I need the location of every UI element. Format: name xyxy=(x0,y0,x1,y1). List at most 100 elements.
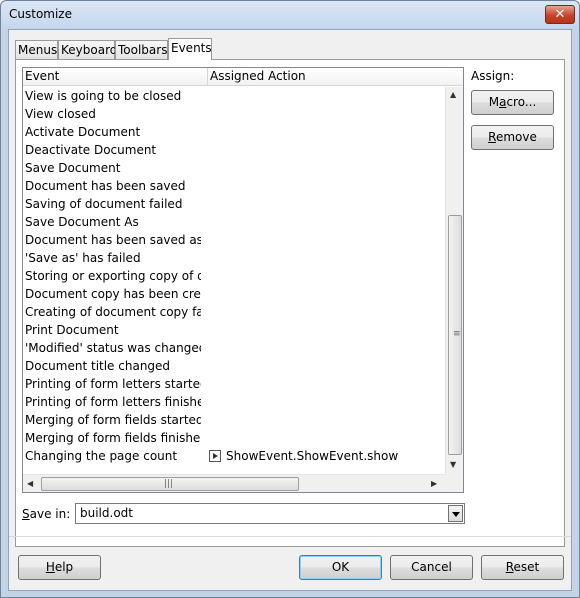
list-header: Event Assigned Action xyxy=(23,68,463,86)
button-mnemonic: R xyxy=(488,130,496,144)
event-name: 'Save as' has failed xyxy=(25,251,141,265)
tab-label: Events xyxy=(171,41,212,55)
event-name: Creating of document copy failed xyxy=(25,305,201,319)
list-item[interactable]: Deactivate Document xyxy=(23,141,445,159)
list-item[interactable]: 'Modified' status was changed xyxy=(23,339,445,357)
grip-icon: ≡ xyxy=(453,329,461,339)
footer-separator xyxy=(9,536,571,537)
list-rows: View is going to be closed View closed Act… xyxy=(23,87,445,475)
assigned-action-text: ShowEvent.ShowEvent.show xyxy=(226,449,399,463)
close-button[interactable]: ✕ xyxy=(545,5,575,24)
event-name: Activate Document xyxy=(25,125,141,139)
list-item[interactable]: Document title changed xyxy=(23,357,445,375)
dialog-client: Menus Keyboard Toolbars Events Event Ass… xyxy=(8,29,572,591)
assigned-action: ShowEvent.ShowEvent.show xyxy=(209,447,398,465)
event-name: Document copy has been created xyxy=(25,287,201,301)
reset-button[interactable]: Reset xyxy=(481,555,564,580)
horizontal-scroll-thumb[interactable]: ||| xyxy=(41,477,299,491)
list-item[interactable]: Document has been saved as xyxy=(23,231,445,249)
button-mnemonic: H xyxy=(45,560,55,574)
list-item[interactable]: Storing or exporting copy of docu xyxy=(23,267,445,285)
list-item[interactable]: Document has been saved xyxy=(23,177,445,195)
button-label: cro... xyxy=(506,95,537,109)
button-label: Cancel xyxy=(411,560,452,574)
list-item[interactable]: Save Document As xyxy=(23,213,445,231)
list-item[interactable]: View closed xyxy=(23,105,445,123)
save-in-select[interactable]: build.odt xyxy=(75,503,465,524)
event-name: 'Modified' status was changed xyxy=(25,341,201,355)
horizontal-scrollbar[interactable]: ◀ ||| ▶ xyxy=(23,474,445,492)
events-list[interactable]: Event Assigned Action View is going to b… xyxy=(22,67,464,493)
list-item[interactable]: Creating of document copy failed xyxy=(23,303,445,321)
list-item[interactable]: Document copy has been created xyxy=(23,285,445,303)
event-name: View closed xyxy=(25,107,96,121)
event-name: Saving of document failed xyxy=(25,197,183,211)
event-name: Merging of form fields started xyxy=(25,413,201,427)
event-name: Storing or exporting copy of docu xyxy=(25,269,201,283)
scrollbar-corner xyxy=(445,474,463,492)
list-item[interactable]: 'Save as' has failed xyxy=(23,249,445,267)
vertical-scrollbar[interactable]: ▲ ≡ ▼ xyxy=(445,87,463,475)
list-item[interactable]: Printing of form letters started xyxy=(23,375,445,393)
list-item[interactable]: Printing of form letters finished xyxy=(23,393,445,411)
customize-dialog: Customize ✕ Menus Keyboard Toolbars Even… xyxy=(0,0,580,598)
grip-icon: ||| xyxy=(164,479,174,489)
button-mnemonic: R xyxy=(505,560,514,574)
vertical-scroll-thumb[interactable]: ≡ xyxy=(448,215,462,455)
title-bar[interactable]: Customize ✕ xyxy=(1,1,579,29)
event-name: Changing the page count xyxy=(25,449,178,463)
tab-keyboard[interactable]: Keyboard xyxy=(58,40,118,59)
tab-menus[interactable]: Menus xyxy=(15,40,58,59)
button-label: emove xyxy=(495,130,537,144)
scroll-left-icon[interactable]: ◀ xyxy=(27,479,33,488)
event-name: Printing of form letters started xyxy=(25,377,201,391)
event-name: Document has been saved as xyxy=(25,233,201,247)
scroll-down-icon[interactable]: ▼ xyxy=(450,460,456,469)
list-item[interactable]: Changing the page count ShowEvent.ShowEve… xyxy=(23,447,445,465)
event-name: Deactivate Document xyxy=(25,143,157,157)
button-label: eset xyxy=(513,560,540,574)
assign-label: Assign: xyxy=(471,69,515,83)
event-name: Printing of form letters finished xyxy=(25,395,201,409)
column-header-event[interactable]: Event xyxy=(23,68,208,86)
tab-label: Toolbars xyxy=(118,43,168,57)
tab-events[interactable]: Events xyxy=(168,38,212,60)
scroll-right-icon[interactable]: ▶ xyxy=(431,479,437,488)
list-item[interactable]: Save Document xyxy=(23,159,445,177)
cancel-button[interactable]: Cancel xyxy=(390,555,473,580)
button-label: elp xyxy=(54,560,74,574)
event-name: View is going to be closed xyxy=(25,89,182,103)
label-text: ave in: xyxy=(29,507,71,521)
close-icon: ✕ xyxy=(554,7,566,22)
tab-label: Menus xyxy=(18,43,58,57)
event-name: Document title changed xyxy=(25,359,171,373)
macro-icon xyxy=(209,450,221,462)
event-name: Document has been saved xyxy=(25,179,186,193)
label-mnemonic: S xyxy=(22,507,30,521)
event-name: Save Document As xyxy=(25,215,139,229)
scroll-up-icon[interactable]: ▲ xyxy=(450,90,456,99)
macro-button[interactable]: Macro... xyxy=(471,90,554,115)
list-item[interactable]: Saving of document failed xyxy=(23,195,445,213)
dialog-title: Customize xyxy=(9,7,72,21)
list-item[interactable]: Activate Document xyxy=(23,123,445,141)
chevron-down-icon[interactable] xyxy=(448,505,463,522)
save-in-value: build.odt xyxy=(80,506,133,520)
help-button[interactable]: Help xyxy=(18,555,101,580)
column-header-assigned-action[interactable]: Assigned Action xyxy=(208,68,463,86)
list-item[interactable]: Merging of form fields finished xyxy=(23,429,445,447)
button-label: M xyxy=(488,95,500,109)
list-item[interactable]: Print Document xyxy=(23,321,445,339)
ok-button[interactable]: OK xyxy=(299,555,382,580)
remove-button[interactable]: Remove xyxy=(471,125,554,150)
event-name: Save Document xyxy=(25,161,121,175)
tab-label: Keyboard xyxy=(61,43,118,57)
tab-toolbars[interactable]: Toolbars xyxy=(115,40,168,59)
events-panel: Event Assigned Action View is going to b… xyxy=(15,59,565,547)
save-in-label: Save in: xyxy=(22,507,70,521)
event-name: Merging of form fields finished xyxy=(25,431,201,445)
button-label: OK xyxy=(331,560,350,574)
list-item[interactable]: View is going to be closed xyxy=(23,87,445,105)
event-name: Print Document xyxy=(25,323,119,337)
list-item[interactable]: Merging of form fields started xyxy=(23,411,445,429)
